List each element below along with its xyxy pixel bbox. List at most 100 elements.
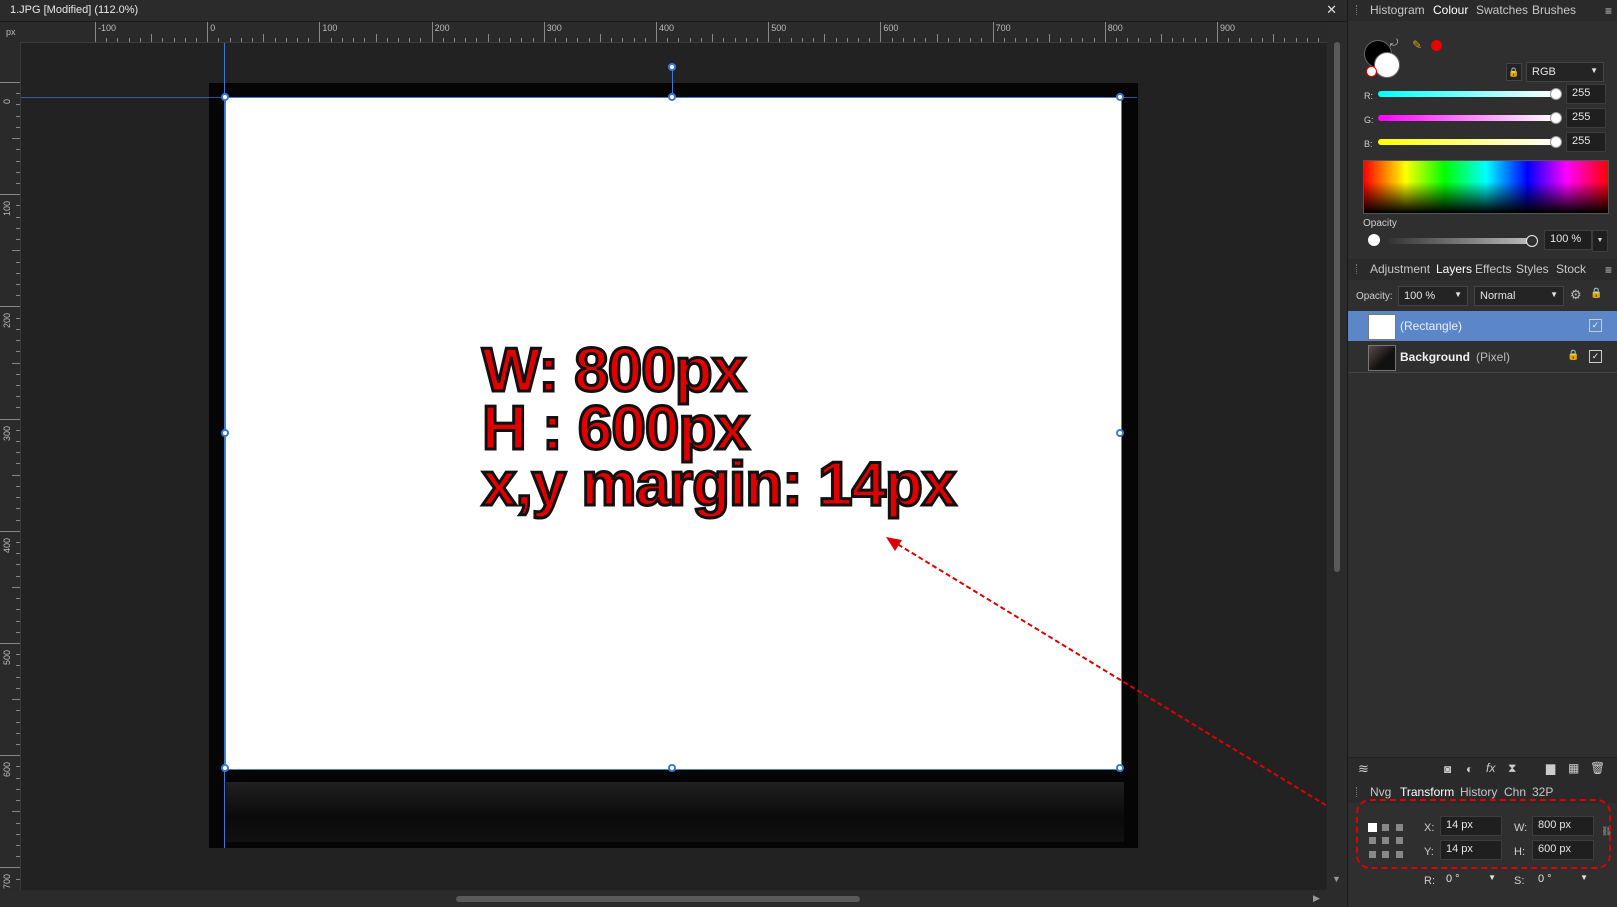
rotate-handle[interactable] xyxy=(668,63,676,71)
v-ruler-tick xyxy=(16,295,20,297)
v-ruler-tick xyxy=(16,239,20,241)
gear-icon[interactable]: ⚙ xyxy=(1570,287,1582,303)
h-ruler-tick xyxy=(1048,34,1050,42)
handle-bottom[interactable] xyxy=(668,764,676,772)
colour-model-select[interactable]: RGB ▼ xyxy=(1526,62,1604,82)
fx-icon[interactable]: fx xyxy=(1486,761,1495,775)
handle-top-left[interactable] xyxy=(221,93,229,101)
no-colour-icon[interactable] xyxy=(1366,66,1377,77)
live-filter-icon[interactable]: ⧗ xyxy=(1508,761,1516,776)
layer-type: (Rectangle) xyxy=(1400,319,1463,333)
h-ruler-tick xyxy=(1295,38,1297,42)
swap-colours-icon[interactable]: ⤾ xyxy=(1390,38,1398,49)
tab-channels[interactable]: Chn xyxy=(1504,785,1526,799)
handle-right[interactable] xyxy=(1116,429,1124,437)
h-ruler-tick xyxy=(958,38,960,42)
close-document-icon[interactable]: ✕ xyxy=(1326,2,1337,18)
v-ruler-tick xyxy=(16,710,20,712)
g-value-field[interactable]: 255 xyxy=(1566,108,1606,128)
rotation-label: R: xyxy=(1424,875,1435,887)
b-value-field[interactable]: 255 xyxy=(1566,132,1606,152)
tab-adjustment[interactable]: Adjustment xyxy=(1370,262,1430,276)
handle-bottom-left[interactable] xyxy=(221,764,229,772)
trash-icon[interactable]: 🗑 xyxy=(1590,761,1605,775)
tab-swatches[interactable]: Swatches xyxy=(1476,3,1528,17)
layer-row-rectangle[interactable]: (Rectangle) ✓ xyxy=(1348,311,1617,341)
shear-select[interactable]: 0 ° ▼ xyxy=(1532,869,1594,889)
handle-top-right[interactable] xyxy=(1116,93,1124,101)
panel-menu-icon[interactable]: ≡ xyxy=(1605,4,1612,18)
v-ruler-tick xyxy=(0,306,20,308)
annotation-arrow xyxy=(886,537,1361,827)
opacity-value-field[interactable]: 100 % xyxy=(1544,230,1592,250)
mask-icon[interactable]: ◙ xyxy=(1444,762,1451,776)
layer-row-background[interactable]: Background (Pixel) 🔒 ✓ xyxy=(1348,342,1617,372)
tab-navigator[interactable]: Nvg xyxy=(1370,785,1391,799)
layer-lock-icon[interactable]: 🔒 xyxy=(1590,288,1602,299)
opacity-slider[interactable] xyxy=(1388,238,1530,244)
rotation-select[interactable]: 0 ° ▼ xyxy=(1440,869,1502,889)
h-ruler-tick xyxy=(633,38,635,42)
v-ruler-tick xyxy=(16,564,20,566)
r-value-field[interactable]: 255 xyxy=(1566,84,1606,104)
tab-effects[interactable]: Effects xyxy=(1475,262,1511,276)
opacity-dropdown-icon[interactable]: ▼ xyxy=(1592,230,1608,252)
layers-stack-icon[interactable]: ≋ xyxy=(1358,761,1369,777)
picked-colour-swatch[interactable] xyxy=(1431,40,1442,51)
v-ruler-tick xyxy=(16,171,20,173)
v-ruler-label: 700 xyxy=(2,874,12,890)
v-ruler-label: 200 xyxy=(2,313,12,329)
r-slider-knob[interactable] xyxy=(1550,88,1562,100)
h-ruler-tick xyxy=(397,38,399,42)
tab-32p[interactable]: 32P xyxy=(1532,785,1553,799)
tab-styles[interactable]: Styles xyxy=(1516,262,1549,276)
tab-colour[interactable]: Colour xyxy=(1433,3,1468,17)
v-ruler-tick xyxy=(16,384,20,386)
layer-visibility-checkbox[interactable]: ✓ xyxy=(1589,350,1602,363)
g-slider[interactable] xyxy=(1378,115,1556,121)
layer-opacity-select[interactable]: 100 % ▼ xyxy=(1398,286,1468,306)
annotation-margin: x,y margin: 14px xyxy=(480,450,957,519)
scroll-down-icon[interactable]: ▼ xyxy=(1332,874,1341,884)
horizontal-scroll-thumb[interactable] xyxy=(456,896,860,902)
document-title: 1.JPG [Modified] (112.0%) xyxy=(10,4,139,16)
v-ruler-tick xyxy=(16,407,20,409)
layer-visibility-checkbox[interactable]: ✓ xyxy=(1589,319,1602,332)
g-slider-knob[interactable] xyxy=(1550,112,1562,124)
scroll-right-icon[interactable]: ▶ xyxy=(1313,893,1320,904)
b-slider-knob[interactable] xyxy=(1550,136,1562,148)
h-ruler-tick xyxy=(981,38,983,42)
tab-history[interactable]: History xyxy=(1460,785,1497,799)
tab-brushes[interactable]: Brushes xyxy=(1532,3,1576,17)
add-pixel-layer-icon[interactable]: ▦ xyxy=(1568,761,1579,775)
r-slider[interactable] xyxy=(1378,91,1556,97)
h-ruler-tick xyxy=(1172,38,1174,42)
secondary-colour-well[interactable] xyxy=(1374,52,1400,78)
colour-spectrum[interactable] xyxy=(1363,160,1609,214)
document-tab[interactable]: 1.JPG [Modified] (112.0%) ✕ xyxy=(0,0,1347,22)
v-ruler-tick xyxy=(16,216,20,218)
tab-layers[interactable]: Layers xyxy=(1436,262,1472,276)
h-ruler-tick xyxy=(1127,38,1129,42)
blend-mode-select[interactable]: Normal ▼ xyxy=(1474,286,1564,306)
layers-menu-icon[interactable]: ≡ xyxy=(1605,263,1612,277)
tab-stock[interactable]: Stock xyxy=(1556,262,1586,276)
h-ruler-tick xyxy=(656,22,657,42)
adjustment-icon[interactable]: ◐ xyxy=(1466,762,1473,776)
v-ruler-tick xyxy=(16,340,20,342)
group-folder-icon[interactable]: ▆ xyxy=(1546,761,1555,775)
tab-histogram[interactable]: Histogram xyxy=(1370,3,1425,17)
vertical-scroll-thumb[interactable] xyxy=(1334,42,1340,572)
eyedropper-icon[interactable]: ✎ xyxy=(1412,38,1422,52)
lock-icon[interactable]: 🔒 xyxy=(1506,63,1522,81)
opacity-slider-knob[interactable] xyxy=(1526,235,1538,247)
handle-left[interactable] xyxy=(221,429,229,437)
h-ruler-tick xyxy=(756,38,758,42)
layer-locked-icon[interactable]: 🔒 xyxy=(1567,350,1579,361)
layers-panel-tabs: Adjustment Layers Effects Styles Stock ≡ xyxy=(1348,259,1617,280)
tab-transform[interactable]: Transform xyxy=(1400,785,1454,799)
h-ruler-tick xyxy=(1317,38,1319,42)
b-slider[interactable] xyxy=(1378,139,1556,145)
h-ruler-tick xyxy=(207,22,209,42)
handle-top[interactable] xyxy=(668,93,676,101)
